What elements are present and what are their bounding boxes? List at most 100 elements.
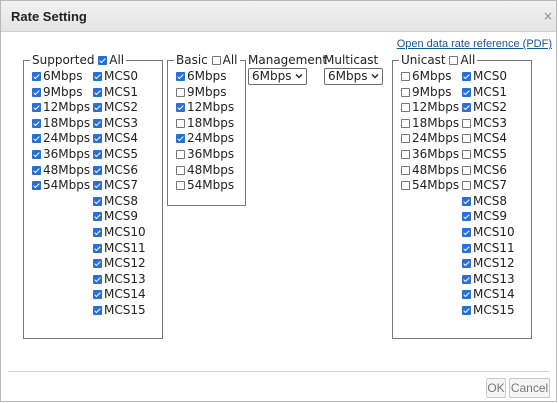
checkbox-icon[interactable] — [176, 181, 185, 191]
checkbox-icon[interactable] — [462, 274, 471, 284]
unicast-mcs-mcs14-checkbox[interactable]: MCS14 — [462, 287, 515, 302]
unicast-mcs-mcs6-checkbox[interactable]: MCS6 — [462, 163, 507, 178]
unicast-mcs-mcs8-checkbox[interactable]: MCS8 — [462, 194, 507, 209]
basic-rate-12mbps-checkbox[interactable]: 12Mbps — [176, 100, 234, 115]
checkbox-icon[interactable] — [93, 306, 102, 315]
supported-mcs-mcs15-checkbox[interactable]: MCS15 — [93, 303, 146, 318]
checkbox-icon[interactable] — [211, 56, 221, 65]
checkbox-icon[interactable] — [98, 56, 108, 65]
unicast-rate-12mbps-checkbox[interactable]: 12Mbps — [401, 100, 459, 115]
checkbox-icon[interactable] — [32, 72, 41, 81]
checkbox-icon[interactable] — [401, 118, 410, 128]
supported-mcs-mcs8-checkbox[interactable]: MCS8 — [93, 194, 138, 209]
unicast-mcs-mcs9-checkbox[interactable]: MCS9 — [462, 209, 507, 224]
supported-mcs-mcs2-checkbox[interactable]: MCS2 — [93, 100, 138, 115]
unicast-rate-36mbps-checkbox[interactable]: 36Mbps — [401, 147, 459, 162]
unicast-mcs-mcs2-checkbox[interactable]: MCS2 — [462, 100, 507, 115]
supported-rate-9mbps-checkbox[interactable]: 9Mbps — [32, 85, 82, 100]
unicast-rate-18mbps-checkbox[interactable]: 18Mbps — [401, 116, 459, 131]
checkbox-icon[interactable] — [401, 165, 410, 175]
checkbox-icon[interactable] — [93, 228, 102, 237]
unicast-mcs-mcs15-checkbox[interactable]: MCS15 — [462, 303, 515, 318]
management-select[interactable]: 6Mbps — [248, 68, 307, 85]
unicast-mcs-mcs12-checkbox[interactable]: MCS12 — [462, 256, 515, 271]
supported-rate-18mbps-checkbox[interactable]: 18Mbps — [32, 116, 90, 131]
checkbox-icon[interactable] — [93, 259, 102, 269]
supported-rate-54mbps-checkbox[interactable]: 54Mbps — [32, 178, 90, 193]
checkbox-icon[interactable] — [32, 165, 41, 175]
checkbox-icon[interactable] — [401, 134, 410, 144]
checkbox-icon[interactable] — [462, 243, 471, 253]
cancel-button[interactable]: Cancel — [509, 378, 550, 398]
checkbox-icon[interactable] — [462, 259, 471, 269]
checkbox-icon[interactable] — [32, 150, 41, 159]
checkbox-icon[interactable] — [462, 306, 471, 315]
checkbox-icon[interactable] — [462, 103, 471, 113]
checkbox-icon[interactable] — [93, 243, 102, 253]
checkbox-icon[interactable] — [93, 274, 102, 284]
checkbox-icon[interactable] — [462, 87, 471, 97]
basic-rate-18mbps-checkbox[interactable]: 18Mbps — [176, 116, 234, 131]
supported-rate-12mbps-checkbox[interactable]: 12Mbps — [32, 100, 90, 115]
supported-mcs-mcs5-checkbox[interactable]: MCS5 — [93, 147, 138, 162]
supported-mcs-mcs11-checkbox[interactable]: MCS11 — [93, 241, 146, 256]
checkbox-icon[interactable] — [176, 103, 185, 113]
basic-rate-9mbps-checkbox[interactable]: 9Mbps — [176, 85, 226, 100]
supported-mcs-mcs3-checkbox[interactable]: MCS3 — [93, 116, 138, 131]
unicast-rate-54mbps-checkbox[interactable]: 54Mbps — [401, 178, 459, 193]
checkbox-icon[interactable] — [32, 87, 41, 97]
unicast-all-checkbox[interactable]: All — [449, 53, 475, 67]
unicast-mcs-mcs10-checkbox[interactable]: MCS10 — [462, 225, 515, 240]
dialog-titlebar[interactable]: Rate Setting × — [1, 1, 556, 32]
checkbox-icon[interactable] — [176, 87, 185, 97]
unicast-mcs-mcs5-checkbox[interactable]: MCS5 — [462, 147, 507, 162]
unicast-rate-9mbps-checkbox[interactable]: 9Mbps — [401, 85, 451, 100]
checkbox-icon[interactable] — [32, 181, 41, 191]
checkbox-icon[interactable] — [462, 212, 471, 222]
supported-mcs-mcs0-checkbox[interactable]: MCS0 — [93, 69, 138, 84]
checkbox-icon[interactable] — [462, 228, 471, 237]
supported-rate-48mbps-checkbox[interactable]: 48Mbps — [32, 163, 90, 178]
unicast-rate-6mbps-checkbox[interactable]: 6Mbps — [401, 69, 451, 84]
checkbox-icon[interactable] — [401, 72, 410, 81]
checkbox-icon[interactable] — [93, 87, 102, 97]
checkbox-icon[interactable] — [176, 72, 185, 81]
supported-mcs-mcs7-checkbox[interactable]: MCS7 — [93, 178, 138, 193]
checkbox-icon[interactable] — [93, 103, 102, 113]
checkbox-icon[interactable] — [401, 181, 410, 191]
checkbox-icon[interactable] — [93, 118, 102, 128]
checkbox-icon[interactable] — [462, 72, 471, 81]
basic-rate-54mbps-checkbox[interactable]: 54Mbps — [176, 178, 234, 193]
close-icon[interactable]: × — [542, 10, 554, 22]
checkbox-icon[interactable] — [401, 150, 410, 159]
checkbox-icon[interactable] — [93, 196, 102, 206]
ok-button[interactable]: OK — [486, 378, 506, 398]
checkbox-icon[interactable] — [93, 150, 102, 159]
unicast-mcs-mcs7-checkbox[interactable]: MCS7 — [462, 178, 507, 193]
supported-mcs-mcs6-checkbox[interactable]: MCS6 — [93, 163, 138, 178]
supported-mcs-mcs13-checkbox[interactable]: MCS13 — [93, 272, 146, 287]
checkbox-icon[interactable] — [462, 165, 471, 175]
checkbox-icon[interactable] — [462, 118, 471, 128]
supported-mcs-mcs9-checkbox[interactable]: MCS9 — [93, 209, 138, 224]
checkbox-icon[interactable] — [449, 56, 459, 65]
pdf-reference-link[interactable]: Open data rate reference (PDF) — [397, 38, 552, 50]
checkbox-icon[interactable] — [32, 134, 41, 144]
checkbox-icon[interactable] — [93, 181, 102, 191]
supported-mcs-mcs12-checkbox[interactable]: MCS12 — [93, 256, 146, 271]
checkbox-icon[interactable] — [462, 290, 471, 300]
checkbox-icon[interactable] — [401, 87, 410, 97]
checkbox-icon[interactable] — [32, 118, 41, 128]
checkbox-icon[interactable] — [462, 150, 471, 159]
basic-rate-36mbps-checkbox[interactable]: 36Mbps — [176, 147, 234, 162]
checkbox-icon[interactable] — [93, 72, 102, 81]
unicast-mcs-mcs11-checkbox[interactable]: MCS11 — [462, 241, 515, 256]
checkbox-icon[interactable] — [462, 181, 471, 191]
checkbox-icon[interactable] — [176, 118, 185, 128]
checkbox-icon[interactable] — [93, 134, 102, 144]
supported-mcs-mcs1-checkbox[interactable]: MCS1 — [93, 85, 138, 100]
supported-mcs-mcs10-checkbox[interactable]: MCS10 — [93, 225, 146, 240]
checkbox-icon[interactable] — [176, 134, 185, 144]
checkbox-icon[interactable] — [462, 196, 471, 206]
checkbox-icon[interactable] — [93, 290, 102, 300]
